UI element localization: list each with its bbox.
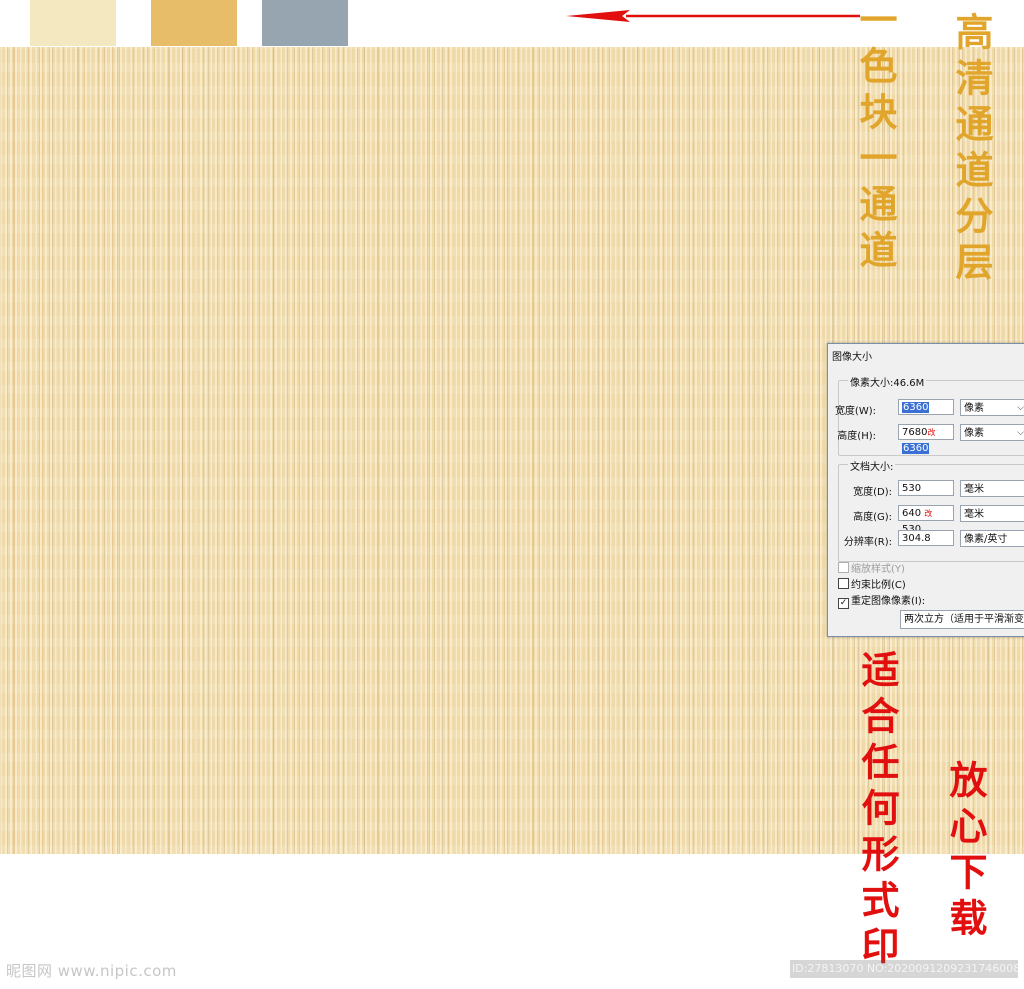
watermark-site: 昵图网 www.nipic.com xyxy=(6,962,177,980)
height-new-value: 6360 xyxy=(902,443,930,454)
height-unit: 像素 xyxy=(964,428,984,439)
pixel-dimensions-group xyxy=(838,380,1024,456)
checkmark-icon: ✓ xyxy=(838,598,849,609)
swatch-gold xyxy=(151,0,237,46)
annotation-red-left: 适合任何形式印 xyxy=(855,650,900,972)
width-value: 6360 xyxy=(902,402,930,413)
width-label: 宽度(W): xyxy=(834,406,876,417)
height-old-value: 7680 xyxy=(902,427,928,438)
doc-width-unit-select[interactable]: 毫米 xyxy=(960,480,1024,497)
annotation-right-gold: 高清通道分层 xyxy=(949,12,994,288)
resolution-value: 304.8 xyxy=(902,533,931,544)
doc-height-unit: 毫米 xyxy=(964,509,984,520)
swatch-gray xyxy=(262,0,348,46)
doc-height-old: 640 xyxy=(902,508,922,519)
constrain-proportions-checkbox[interactable]: 约束比例(C) xyxy=(838,576,906,591)
pixel-dimensions-label: 像素大小:46.6M xyxy=(848,374,927,389)
height-unit-select[interactable]: 像素 ⌵ xyxy=(960,424,1024,441)
chevron-down-icon: ⌵ xyxy=(1017,403,1024,413)
doc-height-field[interactable]: 640 改 530 xyxy=(898,505,954,535)
image-size-dialog: 图像大小 像素大小:46.6M 宽度(W): 6360 像素 ⌵ 高度(H): … xyxy=(827,343,1024,637)
document-size-label: 文档大小: xyxy=(848,458,896,473)
doc-height-unit-select[interactable]: 毫米 xyxy=(960,505,1024,522)
resample-label: 重定图像像素(I): xyxy=(851,596,926,607)
dialog-title: 图像大小 xyxy=(832,352,872,363)
annotation-left-gold: 一色块一通道 xyxy=(853,0,898,276)
swatch-cream xyxy=(30,0,116,46)
annotation-red-right: 放心下载 xyxy=(943,760,988,944)
red-arrow-icon xyxy=(566,10,860,22)
watermark-id: ID:27813070 NO:20200912092317460083 xyxy=(790,960,1018,978)
checkbox-empty-icon xyxy=(838,578,849,589)
width-unit-select[interactable]: 像素 ⌵ xyxy=(960,399,1024,416)
height-change-mark: 改 xyxy=(927,428,936,437)
scale-styles-label: 缩放样式(Y) xyxy=(851,564,905,575)
width-unit: 像素 xyxy=(964,403,984,414)
doc-width-unit: 毫米 xyxy=(964,484,984,495)
doc-height-change-mark: 改 xyxy=(924,509,933,518)
scale-styles-checkbox[interactable]: 缩放样式(Y) xyxy=(838,560,905,575)
height-label: 高度(H): xyxy=(837,431,876,442)
resample-checkbox[interactable]: ✓ 重定图像像素(I): xyxy=(838,592,925,609)
width-field[interactable]: 6360 xyxy=(898,399,954,415)
resolution-field[interactable]: 304.8 xyxy=(898,530,954,546)
doc-height-label: 高度(G): xyxy=(853,512,892,523)
constrain-label: 约束比例(C) xyxy=(851,580,906,591)
doc-width-value: 530 xyxy=(902,483,922,494)
resample-method-select[interactable]: 两次立方（适用于平滑渐变 xyxy=(900,610,1024,629)
resolution-unit: 像素/英寸 xyxy=(964,534,1008,545)
resolution-unit-select[interactable]: 像素/英寸 xyxy=(960,530,1024,547)
doc-width-label: 宽度(D): xyxy=(853,487,892,498)
doc-width-field[interactable]: 530 xyxy=(898,480,954,496)
chevron-down-icon: ⌵ xyxy=(1017,428,1024,438)
checkbox-empty-icon xyxy=(838,562,849,573)
height-field[interactable]: 7680改 6360 xyxy=(898,424,954,454)
resolution-label: 分辨率(R): xyxy=(843,537,892,548)
